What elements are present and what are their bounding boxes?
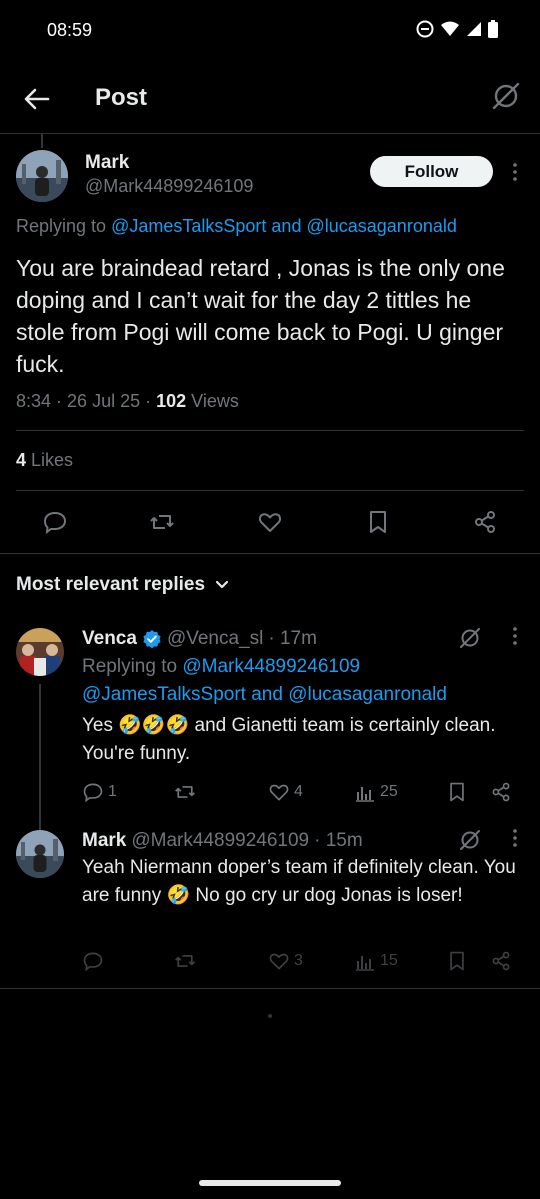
thread-connector — [41, 134, 43, 148]
reply-author-name[interactable]: Mark — [82, 830, 126, 852]
share-icon[interactable] — [472, 509, 498, 535]
loading-dot — [268, 1014, 272, 1018]
verified-badge-icon — [142, 629, 162, 649]
replying-to: Replying to @JamesTalksSport and @lucasa… — [16, 216, 457, 237]
mention-link[interactable]: @lucasaganronald — [288, 684, 447, 705]
post-time: 8:34 — [16, 391, 52, 411]
like-icon — [269, 784, 289, 801]
reply-header: Mark @Mark44899246109 · 15m — [82, 830, 363, 852]
signal-icon — [466, 21, 482, 37]
replying-and: and — [251, 684, 283, 705]
like-button[interactable]: 4 — [268, 781, 303, 803]
back-arrow-icon[interactable] — [22, 84, 52, 114]
reply-author-name[interactable]: Venca — [82, 628, 137, 650]
reply-icon[interactable] — [42, 509, 68, 535]
divider — [16, 490, 524, 491]
avatar[interactable] — [16, 830, 64, 878]
do-not-disturb-icon — [416, 20, 434, 38]
reply-text: Yeah Niermann doper’s team if definitely… — [82, 857, 516, 906]
author-name[interactable]: Mark — [85, 152, 129, 174]
views-icon — [356, 956, 374, 971]
post-date: 26 Jul 25 — [67, 391, 141, 411]
repost-button[interactable] — [174, 781, 196, 803]
like-icon[interactable] — [257, 509, 283, 535]
reply-replying-to: Replying to @Mark44899246109 @JamesTalks… — [82, 653, 522, 709]
grok-icon[interactable] — [458, 626, 482, 650]
like-button[interactable]: 3 — [268, 950, 303, 972]
bookmark-icon[interactable] — [446, 950, 468, 972]
reply-action-bar: 3 15 — [82, 950, 522, 976]
like-count: 3 — [294, 952, 303, 969]
reply-header: Venca @Venca_sl · 17m — [82, 628, 317, 650]
likes-summary[interactable]: 4 Likes — [16, 450, 73, 471]
post-action-bar — [0, 509, 540, 539]
like-count: 4 — [294, 783, 303, 800]
repost-icon[interactable] — [149, 509, 175, 535]
mention-link[interactable]: @lucasaganronald — [306, 216, 456, 236]
reply-icon[interactable] — [82, 950, 104, 972]
grok-icon[interactable] — [458, 828, 482, 852]
more-options-icon[interactable] — [510, 162, 520, 182]
repost-icon[interactable] — [174, 950, 196, 972]
reply-author-handle[interactable]: @Mark44899246109 — [131, 830, 309, 852]
avatar[interactable] — [16, 628, 64, 676]
home-indicator[interactable] — [199, 1180, 341, 1186]
repost-icon — [175, 786, 195, 798]
views-count: 102 — [156, 391, 187, 411]
post-meta: 8:34 · 26 Jul 25 · 102 Views — [16, 391, 239, 411]
replying-prefix: Replying to — [82, 656, 178, 677]
reply-icon — [83, 783, 103, 803]
grok-icon[interactable] — [490, 80, 522, 112]
mention-link[interactable]: @JamesTalksSport — [82, 684, 246, 705]
sort-replies-selector[interactable]: Most relevant replies — [16, 574, 229, 596]
divider — [16, 430, 524, 431]
replying-prefix: Replying to — [16, 216, 107, 236]
wifi-icon — [440, 21, 460, 37]
status-icons — [416, 20, 498, 38]
likes-label: Likes — [31, 450, 74, 470]
views-count: 15 — [380, 952, 398, 969]
section-divider — [0, 553, 540, 554]
views-count: 25 — [380, 783, 398, 800]
more-options-icon[interactable] — [510, 828, 520, 848]
reply-text: Yes 🤣🤣🤣 and Gianetti team is certainly c… — [82, 715, 496, 764]
views-button[interactable]: 25 — [354, 781, 398, 803]
share-icon[interactable] — [490, 950, 512, 972]
reply-author-handle[interactable]: @Venca_sl — [167, 628, 263, 650]
mention-link[interactable]: @JamesTalksSport — [111, 216, 266, 236]
app-header: Post — [0, 62, 540, 134]
bookmark-icon[interactable] — [365, 509, 391, 535]
follow-button[interactable]: Follow — [370, 156, 493, 187]
bookmark-icon[interactable] — [446, 781, 468, 803]
post-text: You are braindead retard , Jonas is the … — [16, 255, 505, 377]
thread-line — [39, 684, 41, 834]
reply-count: 1 — [108, 783, 117, 800]
battery-icon — [488, 20, 498, 38]
page-title: Post — [95, 84, 148, 111]
reply-timestamp: · 17m — [268, 628, 317, 649]
like-icon — [269, 953, 289, 970]
share-icon[interactable] — [490, 781, 512, 803]
views-icon — [356, 787, 374, 802]
status-bar: 08:59 — [0, 0, 540, 62]
sort-label: Most relevant replies — [16, 574, 206, 595]
avatar[interactable] — [16, 150, 68, 202]
status-time: 08:59 — [47, 20, 93, 40]
replying-and: and — [271, 216, 302, 236]
chevron-down-icon — [215, 574, 229, 596]
more-options-icon[interactable] — [510, 626, 520, 646]
views-label: Views — [191, 391, 239, 411]
reply-action-bar: 1 4 25 — [82, 781, 522, 807]
mention-link[interactable]: @Mark44899246109 — [182, 656, 360, 677]
section-divider — [0, 988, 540, 989]
author-handle[interactable]: @Mark44899246109 — [85, 176, 253, 197]
views-button[interactable]: 15 — [354, 950, 398, 972]
reply-button[interactable]: 1 — [82, 781, 117, 803]
reply-timestamp: · 15m — [314, 830, 363, 851]
likes-count: 4 — [16, 450, 27, 470]
